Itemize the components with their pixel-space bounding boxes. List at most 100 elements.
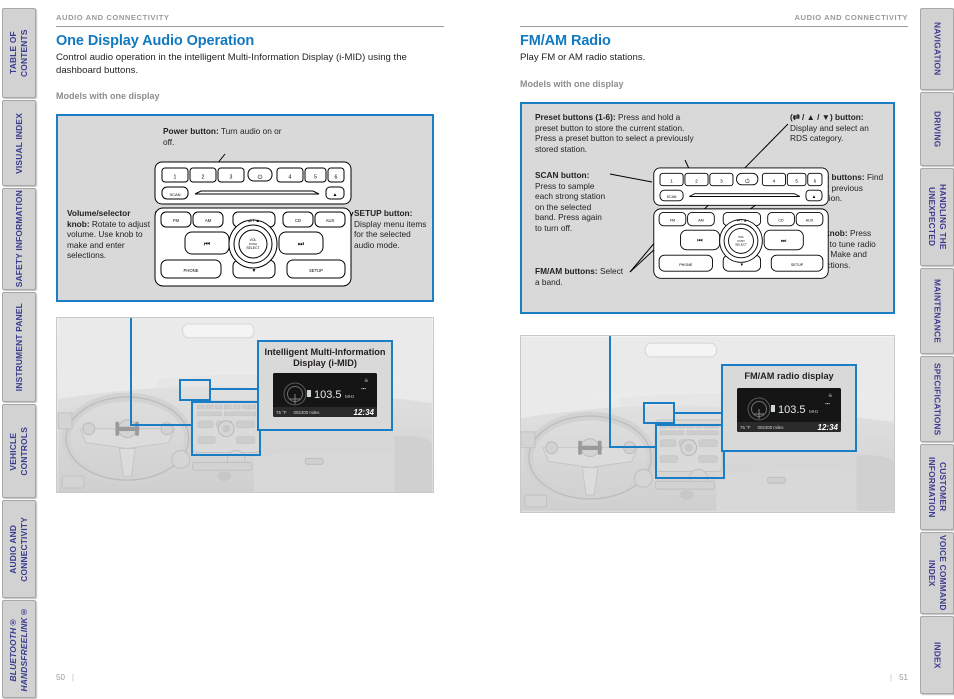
sidebar-tab-label: SPECIFICATIONS [932,362,943,436]
head-unit-highlight-rect [655,424,725,479]
header-rule [520,26,908,27]
radio-display-callout-title: FM/AM radio display [744,371,834,381]
head-unit-connector-vertical [130,318,132,426]
sidebar-tab-label: VEHICLE CONTROLS [8,426,29,476]
radio-display-temperature: 75 °F [740,424,751,430]
svg-text:AM: AM [205,218,212,223]
audio-head-unit-graphic: 1 2 3 ⏻ 4 5 6 SCAN ▲ FM AM ⇄ / ▲ CD AUX … [154,161,352,287]
head-unit-connector-horizontal [609,446,657,448]
svg-text:CD: CD [778,218,784,222]
imid-status-bar: 75 °F 002300 miles 12:34 [273,407,377,417]
svg-text:FM: FM [173,218,180,223]
svg-text:☠: ☠ [364,378,369,384]
svg-text:SETUP: SETUP [791,263,804,267]
svg-text:SELECT: SELECT [246,246,259,250]
imid-odometer-unit: miles [309,409,320,415]
callout-text: Press to sample each strong station on t… [535,180,606,233]
callout-scan-button: SCAN button: Press to sample each strong… [535,170,608,234]
imid-connector-line [211,388,257,390]
radio-display-screen: 103.5 MHz ▪▪▪ ☠ 75 °F 002300 miles 12:34 [737,388,841,432]
svg-text:1: 1 [174,175,177,181]
svg-text:⏮: ⏮ [204,241,210,248]
sidebar-tab-handling-the-unexpected[interactable]: HANDLING THE UNEXPECTED [920,168,954,266]
sidebar-tab-label: NAVIGATION [932,22,943,76]
imid-highlight-rect [643,402,675,424]
running-head: AUDIO AND CONNECTIVITY [794,13,908,22]
svg-text:6: 6 [814,179,817,184]
sidebar-tab-label: MAINTENANCE [932,278,943,344]
svg-text:AM: AM [698,218,704,222]
imid-odometer: 002300 [293,409,309,415]
page-folio: | 51 [883,673,908,682]
left-page: AUDIO AND CONNECTIVITY One Display Audio… [56,0,444,699]
head-unit-connector-vertical [609,336,611,448]
svg-text:5: 5 [314,175,317,181]
sidebar-tab-label: INSTRUMENT PANEL [13,302,24,392]
svg-text:SCAN: SCAN [169,192,180,197]
sidebar-tab-bluetooth-handsfreelink[interactable]: BLUETOOTH® HANDSFREELINK® [2,600,36,698]
page-title: One Display Audio Operation [56,33,255,49]
radio-display-callout-box: FM/AM radio display 103.5 MHz ▪▪▪ ☠ 75 °… [721,364,857,452]
svg-text:PHONE: PHONE [679,263,693,267]
imid-temperature: 75 °F [276,409,287,415]
sidebar-tab-instrument-panel[interactable]: INSTRUMENT PANEL [2,292,36,402]
svg-text:3: 3 [230,175,233,181]
sidebar-tab-audio-and-connectivity[interactable]: AUDIO AND CONNECTIVITY [2,500,36,598]
callout-text: Display menu items for the selected audi… [354,218,427,250]
right-page: AUDIO AND CONNECTIVITY FM/AM Radio Play … [520,0,908,699]
header-rule [56,26,444,27]
sidebar-tab-label: INDEX [932,641,943,669]
imid-clock: 12:34 [353,407,374,417]
sidebar-tab-visual-index[interactable]: VISUAL INDEX [2,100,36,186]
page-folio: 50 | [56,673,81,682]
intro-paragraph: Play FM or AM radio stations. [520,52,646,63]
radio-display-odometer: 002300 [757,424,773,430]
imid-screen: 103.5 MHz ▪▪▪ ☠ 75 °F 002300 miles 12:34 [273,373,377,417]
svg-text:FM: FM [670,218,675,222]
svg-text:SCAN: SCAN [667,195,677,199]
sidebar-tab-maintenance[interactable]: MAINTENANCE [920,268,954,354]
sidebar-tab-safety-information[interactable]: SAFETY INFORMATION [2,188,36,290]
svg-text:MHz: MHz [809,409,819,414]
callout-label: Preset buttons (1-6): [535,112,616,122]
svg-text:⇄ / ▲: ⇄ / ▲ [248,218,260,223]
svg-text:5: 5 [795,179,798,184]
svg-text:3: 3 [720,179,723,184]
svg-text:4: 4 [773,179,776,184]
svg-text:103.5: 103.5 [314,389,342,401]
sidebar-tab-navigation[interactable]: NAVIGATION [920,8,954,90]
models-note: Models with one display [520,79,624,89]
svg-text:▲: ▲ [812,194,816,199]
sidebar-tab-specifications[interactable]: SPECIFICATIONS [920,356,954,442]
sidebar-tab-customer-information[interactable]: CUSTOMER INFORMATION [920,444,954,530]
svg-text:⏭: ⏭ [781,238,787,245]
page-number: 51 [899,673,908,682]
sidebar-tab-label: BLUETOOTH® HANDSFREELINK® [8,606,29,692]
sidebar-tab-voice-command-index[interactable]: VOICE COMMAND INDEX [920,532,954,614]
callout-label: (⇄ / ▲ / ▼) button: [790,112,864,122]
sidebar-tab-vehicle-controls[interactable]: VEHICLE CONTROLS [2,404,36,498]
callout-volume-selector-knob: Volume/selector knob: Rotate to adjust v… [67,208,155,261]
svg-text:AUX: AUX [326,218,335,223]
folio-separator: | [890,673,893,682]
head-unit-connector-horizontal [130,424,192,426]
folio-separator: | [71,673,74,682]
svg-text:▪▪▪: ▪▪▪ [361,386,366,391]
svg-text:CD: CD [295,218,301,223]
svg-text:⏻: ⏻ [258,174,263,181]
svg-text:2: 2 [695,179,698,184]
sidebar-tab-driving[interactable]: DRIVING [920,92,954,166]
imid-callout-title-line2: Display (i-MID) [293,358,357,368]
callout-rds-button: (⇄ / ▲ / ▼) button: Display and select a… [790,112,888,144]
sidebar-tab-label: DRIVING [932,110,943,148]
audio-head-unit-graphic: 1 2 3 ⏻ 4 5 6 SCAN ▲ FM AM ⇄ / ▲ CD AUX … [653,167,829,279]
sidebar-tab-label: TABLE OF CONTENTS [8,29,29,77]
sidebar-tab-label: CUSTOMER INFORMATION [927,456,948,518]
callout-label: SETUP button: [354,208,413,218]
svg-text:4: 4 [289,175,292,181]
svg-text:AUX: AUX [806,218,814,222]
sidebar-tab-table-of-contents[interactable]: TABLE OF CONTENTS [2,8,36,98]
left-tab-rail: TABLE OF CONTENTS VISUAL INDEX SAFETY IN… [0,0,36,699]
callout-label: SCAN button: [535,170,590,180]
sidebar-tab-index[interactable]: INDEX [920,616,954,694]
